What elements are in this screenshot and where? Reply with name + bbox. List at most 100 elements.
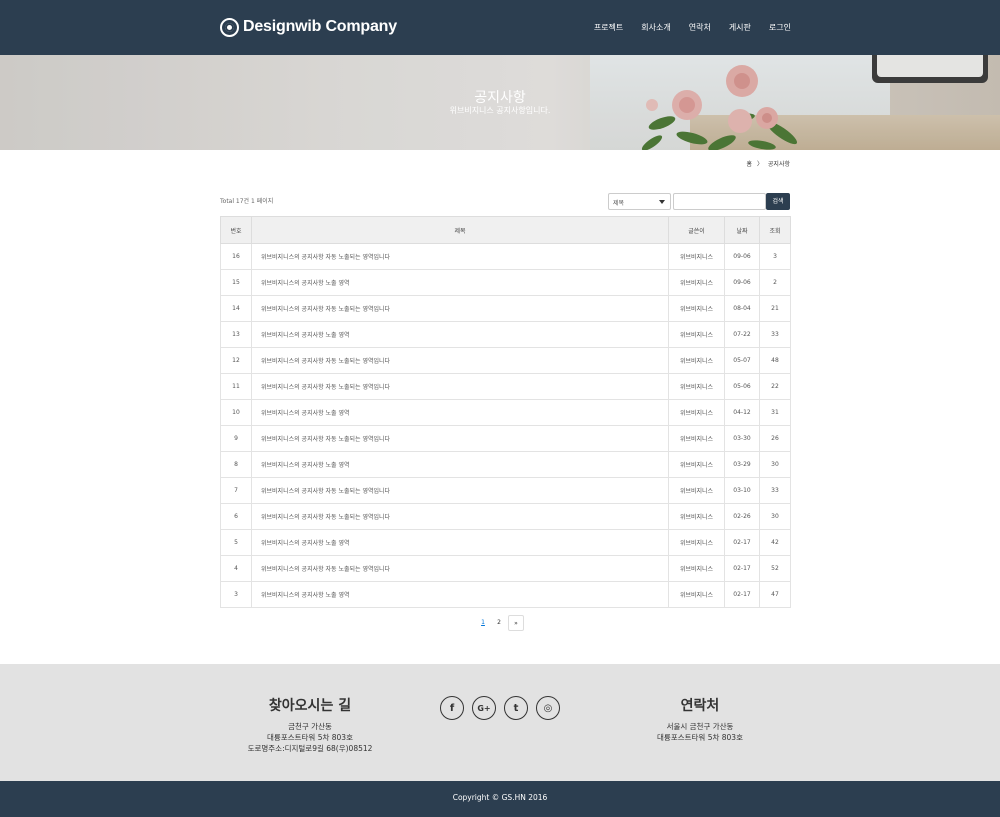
next-page-button[interactable]: » — [508, 615, 524, 631]
row-writer: 위브비지니스 — [668, 477, 725, 504]
breadcrumb-home[interactable]: 홈 — [747, 161, 753, 168]
page-link-1[interactable]: 1 — [475, 615, 491, 631]
search-field-value: 제목 — [613, 200, 625, 207]
row-date: 07-22 — [724, 321, 760, 348]
main-nav: 프로젝트 회사소개 연락처 게시판 로그인 — [576, 22, 791, 33]
row-number: 9 — [220, 425, 252, 452]
table-row[interactable]: 16 위브비지니스의 공지사항 자동 노출되는 영역입니다 위브비지니스 09-06 3 — [220, 243, 791, 270]
row-subject-link[interactable]: 위브비지니스의 공지사항 노출 영역 — [251, 529, 669, 556]
row-writer: 위브비지니스 — [668, 529, 725, 556]
social-links: f G+ t ◎ — [440, 696, 568, 720]
row-number: 3 — [220, 581, 252, 608]
search-field-select[interactable]: 제목 — [608, 193, 671, 210]
notice-table: 번호 제목 글쓴이 날짜 조회 16 위브비지니스의 공지사항 자동 노출되는 영… — [220, 216, 791, 608]
row-views: 2 — [759, 269, 791, 296]
row-number: 7 — [220, 477, 252, 504]
table-row[interactable]: 6 위브비지니스의 공지사항 자동 노출되는 영역입니다 위브비지니스 02-26 30 — [220, 503, 791, 530]
page-title: 공지사항 — [474, 90, 526, 106]
facebook-icon[interactable]: f — [440, 696, 464, 720]
row-number: 5 — [220, 529, 252, 556]
site-header: Designwib Company 프로젝트 회사소개 연락처 게시판 로그인 — [0, 0, 1000, 55]
row-subject-link[interactable]: 위브비지니스의 공지사항 자동 노출되는 영역입니다 — [251, 503, 669, 530]
caret-down-icon — [659, 200, 665, 204]
table-row[interactable]: 14 위브비지니스의 공지사항 자동 노출되는 영역입니다 위브비지니스 08-04 2… — [220, 295, 791, 322]
row-date: 02-17 — [724, 555, 760, 582]
row-subject-link[interactable]: 위브비지니스의 공지사항 노출 영역 — [251, 581, 669, 608]
row-views: 52 — [759, 555, 791, 582]
row-date: 03-29 — [724, 451, 760, 478]
row-writer: 위브비지니스 — [668, 347, 725, 374]
row-writer: 위브비지니스 — [668, 373, 725, 400]
row-subject-link[interactable]: 위브비지니스의 공지사항 자동 노출되는 영역입니다 — [251, 425, 669, 452]
target-circle-icon — [220, 17, 239, 37]
contact-title: 연락처 — [680, 698, 720, 714]
table-row[interactable]: 8 위브비지니스의 공지사항 노출 영역 위브비지니스 03-29 30 — [220, 451, 791, 478]
pagination: 1 2 » — [475, 615, 524, 631]
row-subject-link[interactable]: 위브비지니스의 공지사항 자동 노출되는 영역입니다 — [251, 477, 669, 504]
column-header-writer: 글쓴이 — [668, 216, 725, 244]
row-writer: 위브비지니스 — [668, 503, 725, 530]
search-input[interactable] — [673, 193, 766, 210]
row-date: 09-06 — [724, 243, 760, 270]
brand-name: Designwib Company — [243, 18, 397, 35]
table-row[interactable]: 12 위브비지니스의 공지사항 자동 노출되는 영역입니다 위브비지니스 05-07 4… — [220, 347, 791, 374]
table-row[interactable]: 15 위브비지니스의 공지사항 노출 영역 위브비지니스 09-06 2 — [220, 269, 791, 296]
table-row[interactable]: 10 위브비지니스의 공지사항 노출 영역 위브비지니스 04-12 31 — [220, 399, 791, 426]
hero-banner: 공지사항 위브비지니스 공지사항입니다. — [0, 55, 1000, 150]
row-date: 03-10 — [724, 477, 760, 504]
row-subject-link[interactable]: 위브비지니스의 공지사항 자동 노출되는 영역입니다 — [251, 243, 669, 270]
table-row[interactable]: 4 위브비지니스의 공지사항 자동 노출되는 영역입니다 위브비지니스 02-17 52 — [220, 555, 791, 582]
table-row[interactable]: 5 위브비지니스의 공지사항 노출 영역 위브비지니스 02-17 42 — [220, 529, 791, 556]
row-views: 48 — [759, 347, 791, 374]
instagram-icon[interactable]: ◎ — [536, 696, 560, 720]
table-row[interactable]: 13 위브비지니스의 공지사항 노출 영역 위브비지니스 07-22 33 — [220, 321, 791, 348]
row-number: 4 — [220, 555, 252, 582]
nav-item-contact[interactable]: 연락처 — [689, 22, 711, 33]
row-subject-link[interactable]: 위브비지니스의 공지사항 자동 노출되는 영역입니다 — [251, 555, 669, 582]
table-row[interactable]: 11 위브비지니스의 공지사항 자동 노출되는 영역입니다 위브비지니스 05-06 2… — [220, 373, 791, 400]
row-subject-link[interactable]: 위브비지니스의 공지사항 노출 영역 — [251, 451, 669, 478]
nav-item-projects[interactable]: 프로젝트 — [594, 22, 623, 33]
copyright-text: Copyright © GS.HN 2016 — [452, 793, 548, 802]
row-views: 31 — [759, 399, 791, 426]
nav-item-login[interactable]: 로그인 — [769, 22, 791, 33]
logo[interactable]: Designwib Company — [220, 17, 397, 37]
row-writer: 위브비지니스 — [668, 321, 725, 348]
row-views: 30 — [759, 503, 791, 530]
row-writer: 위브비지니스 — [668, 555, 725, 582]
row-subject-link[interactable]: 위브비지니스의 공지사항 노출 영역 — [251, 269, 669, 296]
table-row[interactable]: 9 위브비지니스의 공지사항 자동 노출되는 영역입니다 위브비지니스 03-30 26 — [220, 425, 791, 452]
row-date: 02-17 — [724, 581, 760, 608]
row-subject-link[interactable]: 위브비지니스의 공지사항 자동 노출되는 영역입니다 — [251, 347, 669, 374]
nav-item-board[interactable]: 게시판 — [729, 22, 751, 33]
page-subtitle: 위브비지니스 공지사항입니다. — [449, 106, 551, 115]
row-writer: 위브비지니스 — [668, 295, 725, 322]
twitter-icon[interactable]: t — [504, 696, 528, 720]
row-subject-link[interactable]: 위브비지니스의 공지사항 노출 영역 — [251, 399, 669, 426]
row-date: 02-17 — [724, 529, 760, 556]
table-row[interactable]: 7 위브비지니스의 공지사항 자동 노출되는 영역입니다 위브비지니스 03-10 33 — [220, 477, 791, 504]
column-header-number: 번호 — [220, 216, 252, 244]
row-subject-link[interactable]: 위브비지니스의 공지사항 자동 노출되는 영역입니다 — [251, 373, 669, 400]
nav-item-about[interactable]: 회사소개 — [641, 22, 670, 33]
row-date: 04-12 — [724, 399, 760, 426]
site-footer: 찾아오시는 길 금천구 가산동 대륭포스트타워 5차 803호 도로명주소:디지… — [0, 664, 1000, 781]
row-number: 12 — [220, 347, 252, 374]
row-views: 33 — [759, 321, 791, 348]
row-number: 13 — [220, 321, 252, 348]
row-subject-link[interactable]: 위브비지니스의 공지사항 자동 노출되는 영역입니다 — [251, 295, 669, 322]
row-views: 3 — [759, 243, 791, 270]
row-number: 11 — [220, 373, 252, 400]
search-button[interactable]: 검색 — [766, 193, 790, 210]
page-link-2[interactable]: 2 — [491, 615, 507, 631]
row-views: 33 — [759, 477, 791, 504]
copyright-bar: Copyright © GS.HN 2016 — [0, 781, 1000, 817]
contact-line: 대륭포스트타워 5차 803호 — [657, 733, 743, 742]
row-writer: 위브비지니스 — [668, 243, 725, 270]
google-plus-icon[interactable]: G+ — [472, 696, 496, 720]
post-count: Total 17건 1 페이지 — [220, 198, 274, 205]
table-row[interactable]: 3 위브비지니스의 공지사항 노출 영역 위브비지니스 02-17 47 — [220, 581, 791, 608]
chevron-right-icon: 〉 — [756, 161, 763, 168]
row-date: 03-30 — [724, 425, 760, 452]
row-subject-link[interactable]: 위브비지니스의 공지사항 노출 영역 — [251, 321, 669, 348]
